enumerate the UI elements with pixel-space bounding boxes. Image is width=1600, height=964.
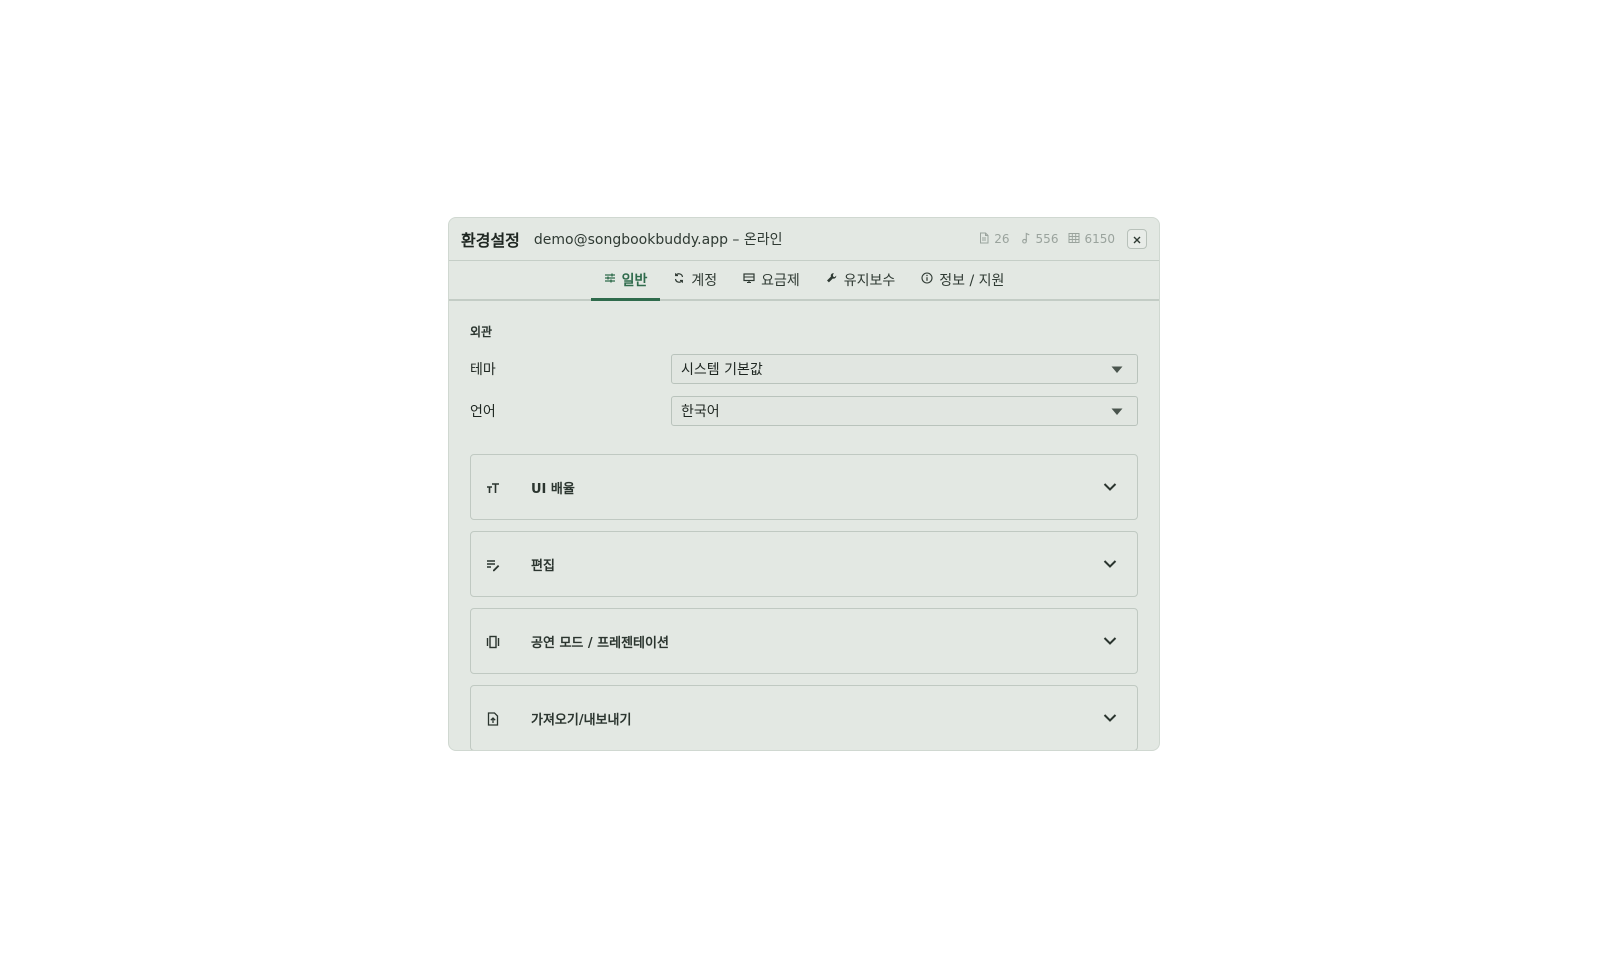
chevron-down-icon (1103, 483, 1117, 491)
dropdown-arrow-icon (1111, 408, 1123, 415)
dropdown-arrow-icon (1111, 366, 1123, 373)
preferences-dialog: 환경설정 demo@songbookbuddy.app – 온라인 26 556… (448, 217, 1160, 751)
text-size-icon (487, 483, 499, 493)
stat-songs-value: 556 (1035, 232, 1059, 246)
language-label: 언어 (470, 404, 496, 420)
sliders-icon (604, 272, 616, 288)
tab-maintenance[interactable]: 유지보수 (813, 261, 909, 299)
wrench-icon (826, 272, 838, 288)
stat-songs: 556 (1020, 232, 1059, 247)
presentation-icon (486, 635, 500, 649)
chevron-down-icon (1103, 714, 1117, 722)
theme-label: 테마 (470, 362, 496, 378)
tab-general[interactable]: 일반 (590, 261, 661, 301)
panel-import-export-label: 가져오기/내보내기 (531, 712, 632, 728)
theme-select-value: 시스템 기본값 (681, 362, 763, 378)
dialog-title: 환경설정 (461, 231, 520, 250)
tab-info-support[interactable]: 정보 / 지원 (908, 261, 1017, 299)
close-button[interactable] (1127, 229, 1147, 249)
tab-plan[interactable]: 요금제 (730, 261, 813, 299)
document-icon (978, 232, 990, 247)
language-row: 언어 한국어 (470, 396, 1138, 426)
tab-maintenance-label: 유지보수 (843, 273, 896, 289)
appearance-section-title: 외관 (470, 325, 493, 339)
tab-plan-label: 요금제 (761, 273, 800, 289)
language-select-value: 한국어 (681, 404, 720, 420)
info-icon (921, 272, 933, 288)
panel-editing[interactable]: 편집 (470, 531, 1138, 597)
theme-select[interactable]: 시스템 기본값 (671, 354, 1138, 384)
stat-grid-value: 6150 (1084, 232, 1115, 246)
sync-icon (673, 272, 685, 288)
general-settings-content: 외관 테마 시스템 기본값 언어 한국어 UI 배율 편집 공연 모드 / 프레… (470, 301, 1138, 750)
panel-editing-label: 편집 (531, 558, 555, 574)
tab-bar: 일반 계정 요금제 유지보수 정보 / 지원 (449, 261, 1159, 301)
close-icon (1132, 230, 1142, 249)
chevron-down-icon (1103, 637, 1117, 645)
monitor-icon (743, 272, 755, 288)
grid-icon (1068, 232, 1080, 247)
tab-general-label: 일반 (621, 273, 648, 289)
tab-info-support-label: 정보 / 지원 (939, 273, 1005, 289)
panel-ui-scale-label: UI 배율 (531, 481, 575, 497)
panel-ui-scale[interactable]: UI 배율 (470, 454, 1138, 520)
panel-performance-mode[interactable]: 공연 모드 / 프레젠테이션 (470, 608, 1138, 674)
dialog-titlebar: 환경설정 demo@songbookbuddy.app – 온라인 26 556… (449, 218, 1159, 261)
panel-import-export[interactable]: 가져오기/내보내기 (470, 685, 1138, 750)
music-note-icon (1020, 232, 1032, 247)
stat-documents-value: 26 (994, 232, 1010, 246)
stat-grid: 6150 (1068, 232, 1115, 247)
account-status: demo@songbookbuddy.app – 온라인 (533, 232, 783, 248)
language-select[interactable]: 한국어 (671, 396, 1138, 426)
file-import-icon (487, 712, 499, 726)
tab-account[interactable]: 계정 (660, 261, 730, 299)
panel-performance-mode-label: 공연 모드 / 프레젠테이션 (531, 635, 669, 651)
tab-account-label: 계정 (691, 273, 718, 289)
chevron-down-icon (1103, 560, 1117, 568)
theme-row: 테마 시스템 기본값 (470, 354, 1138, 384)
stats-group: 26 556 6150 (978, 232, 1115, 247)
edit-lines-icon (487, 560, 500, 572)
stat-documents: 26 (978, 232, 1010, 247)
